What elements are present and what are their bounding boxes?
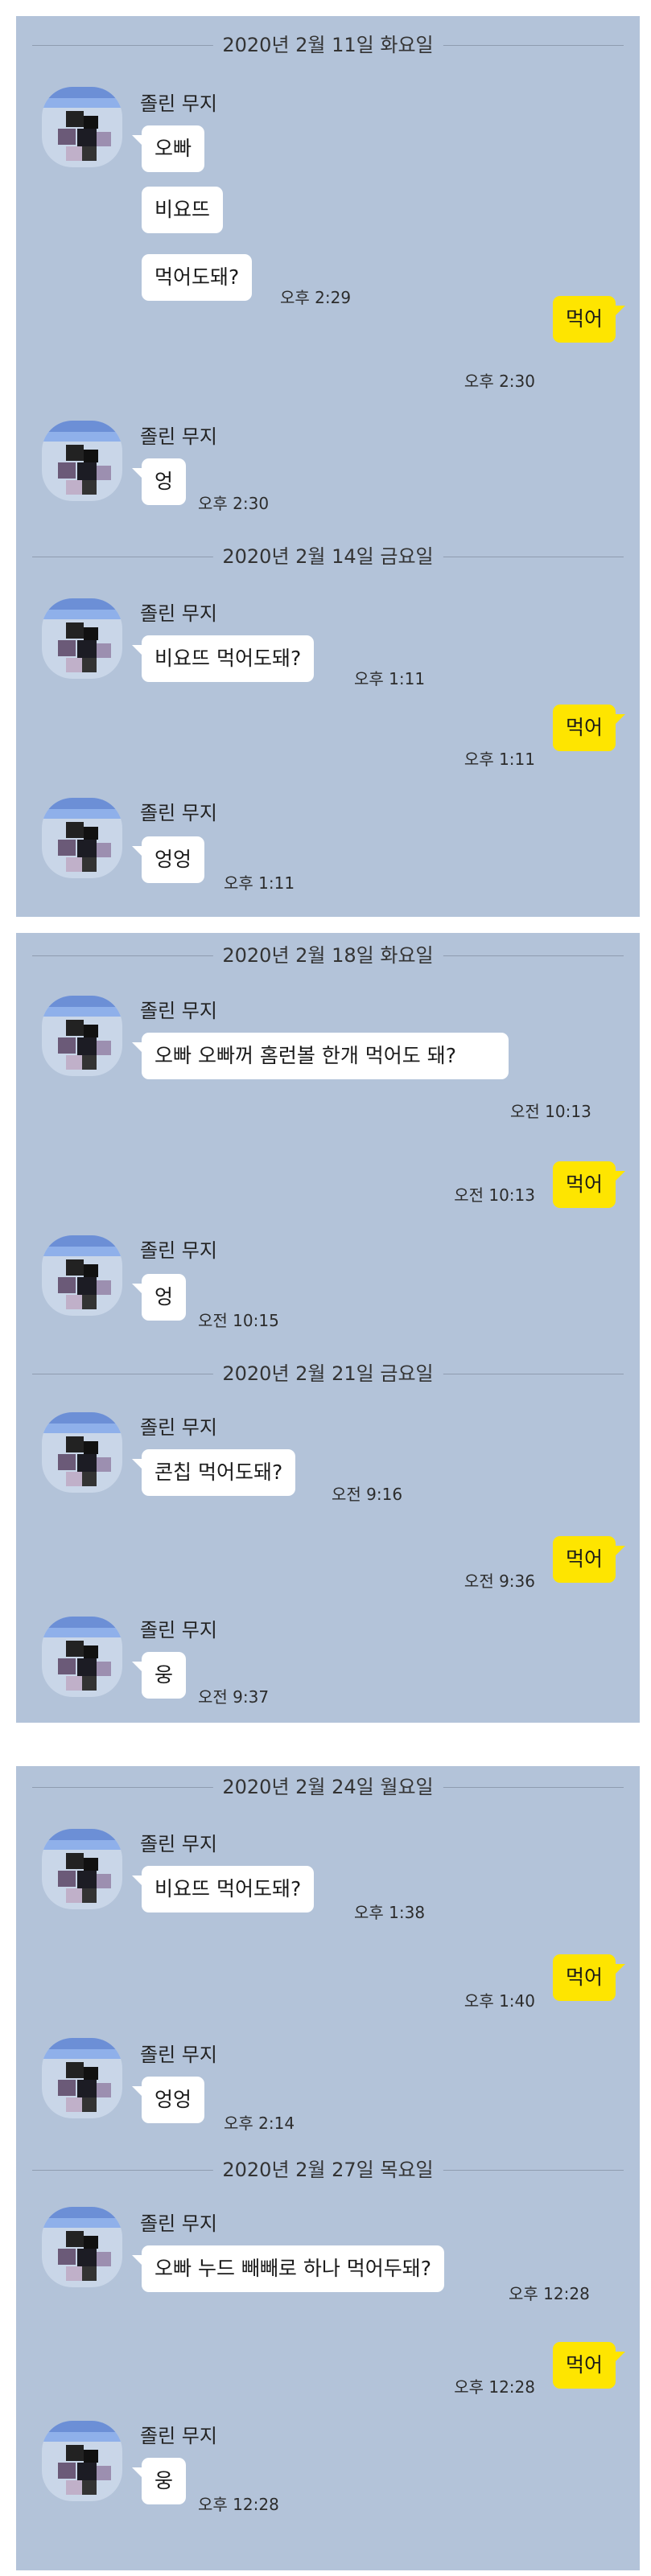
avatar[interactable] <box>42 1829 122 1909</box>
chat-screen-1: 2020년 2월 11일 화요일 졸린 무지 오빠 비요뜨 먹어도돼? 오후 2… <box>16 16 640 917</box>
chat-screen-3: 2020년 2월 24일 월요일 졸린 무지 비요뜨 먹어도돼? 오후 1:38… <box>16 1766 640 2570</box>
date-separator: 2020년 2월 27일 목요일 <box>16 2154 640 2186</box>
avatar[interactable] <box>42 1412 122 1493</box>
my-message-bubble[interactable]: 먹어 <box>552 705 626 751</box>
date-label: 2020년 2월 24일 월요일 <box>212 1774 443 1800</box>
chat-screen-2: 2020년 2월 18일 화요일 졸린 무지 오빠 오빠꺼 홈런볼 한개 먹어도… <box>16 933 640 1723</box>
message-bubble[interactable]: 비요뜨 먹어도돼? <box>131 1866 315 1912</box>
message-time: 오후 2:29 <box>280 288 352 307</box>
message-bubble[interactable]: 웅 <box>131 2458 187 2504</box>
message-bubble[interactable]: 엉 <box>131 458 187 505</box>
sender-name: 졸린 무지 <box>140 2425 217 2447</box>
date-label: 2020년 2월 27일 목요일 <box>212 2157 443 2183</box>
message-time: 오후 12:28 <box>198 2495 279 2514</box>
message-time: 오후 2:30 <box>464 372 535 391</box>
message-time: 오전 10:13 <box>510 1102 591 1121</box>
my-message-bubble[interactable]: 먹어 <box>552 2342 626 2389</box>
date-label: 2020년 2월 21일 금요일 <box>212 1361 443 1387</box>
date-separator: 2020년 2월 24일 월요일 <box>16 1771 640 1803</box>
message-bubble[interactable]: 오빠 <box>131 125 205 172</box>
avatar[interactable] <box>42 421 122 501</box>
message-time: 오전 10:15 <box>198 1311 279 1330</box>
sender-name: 졸린 무지 <box>140 802 217 824</box>
sender-name: 졸린 무지 <box>140 2212 217 2235</box>
my-message-bubble[interactable]: 먹어 <box>552 1954 626 2001</box>
message-bubble[interactable]: 웅 <box>131 1652 187 1699</box>
message-bubble[interactable]: 오빠 누드 빼빼로 하나 먹어두돼? <box>131 2245 445 2292</box>
date-separator: 2020년 2월 21일 금요일 <box>16 1358 640 1390</box>
avatar[interactable] <box>42 2421 122 2501</box>
message-time: 오후 1:11 <box>224 873 295 893</box>
message-bubble[interactable]: 비요뜨 <box>142 187 224 233</box>
message-time: 오전 9:36 <box>464 1571 535 1591</box>
sender-name: 졸린 무지 <box>140 1239 217 1262</box>
message-bubble[interactable]: 엉엉 <box>131 2077 205 2123</box>
sender-name: 졸린 무지 <box>140 1416 217 1439</box>
message-time: 오후 1:11 <box>354 669 426 688</box>
avatar[interactable] <box>42 598 122 679</box>
sender-name: 졸린 무지 <box>140 1833 217 1855</box>
sender-name: 졸린 무지 <box>140 92 217 115</box>
date-separator: 2020년 2월 18일 화요일 <box>16 939 640 972</box>
sender-name: 졸린 무지 <box>140 2044 217 2066</box>
sender-name: 졸린 무지 <box>140 1000 217 1022</box>
message-time: 오후 12:28 <box>454 2377 535 2397</box>
date-label: 2020년 2월 11일 화요일 <box>212 32 443 58</box>
message-time: 오후 1:38 <box>354 1903 426 1922</box>
message-time: 오전 10:13 <box>454 1185 535 1205</box>
sender-name: 졸린 무지 <box>140 425 217 448</box>
avatar[interactable] <box>42 87 122 167</box>
date-separator: 2020년 2월 14일 금요일 <box>16 540 640 573</box>
message-time: 오후 2:30 <box>198 494 270 513</box>
message-bubble[interactable]: 엉엉 <box>131 836 205 883</box>
sender-name: 졸린 무지 <box>140 602 217 625</box>
message-time: 오후 12:28 <box>509 2284 590 2303</box>
sender-name: 졸린 무지 <box>140 1619 217 1641</box>
date-separator: 2020년 2월 11일 화요일 <box>16 29 640 61</box>
message-bubble[interactable]: 콘칩 먹어도돼? <box>131 1449 296 1496</box>
avatar[interactable] <box>42 1235 122 1316</box>
message-time: 오전 9:16 <box>332 1485 403 1504</box>
my-message-bubble[interactable]: 먹어 <box>552 296 626 343</box>
message-time: 오후 1:40 <box>464 1991 535 2011</box>
avatar[interactable] <box>42 2207 122 2287</box>
date-label: 2020년 2월 18일 화요일 <box>212 943 443 968</box>
avatar[interactable] <box>42 2038 122 2118</box>
avatar[interactable] <box>42 1617 122 1697</box>
message-bubble[interactable]: 오빠 오빠꺼 홈런볼 한개 먹어도 돼? <box>132 1033 509 1079</box>
message-time: 오후 2:14 <box>224 2114 295 2133</box>
avatar[interactable] <box>42 798 122 878</box>
message-bubble[interactable]: 비요뜨 먹어도돼? <box>131 635 315 682</box>
message-time: 오전 9:37 <box>198 1687 270 1707</box>
date-label: 2020년 2월 14일 금요일 <box>212 544 443 569</box>
my-message-bubble[interactable]: 먹어 <box>552 1161 626 1208</box>
my-message-bubble[interactable]: 먹어 <box>552 1536 626 1583</box>
message-time: 오후 1:11 <box>464 750 535 769</box>
message-bubble[interactable]: 엉 <box>131 1274 187 1321</box>
message-bubble[interactable]: 먹어도돼? <box>142 254 253 301</box>
avatar[interactable] <box>42 996 122 1076</box>
